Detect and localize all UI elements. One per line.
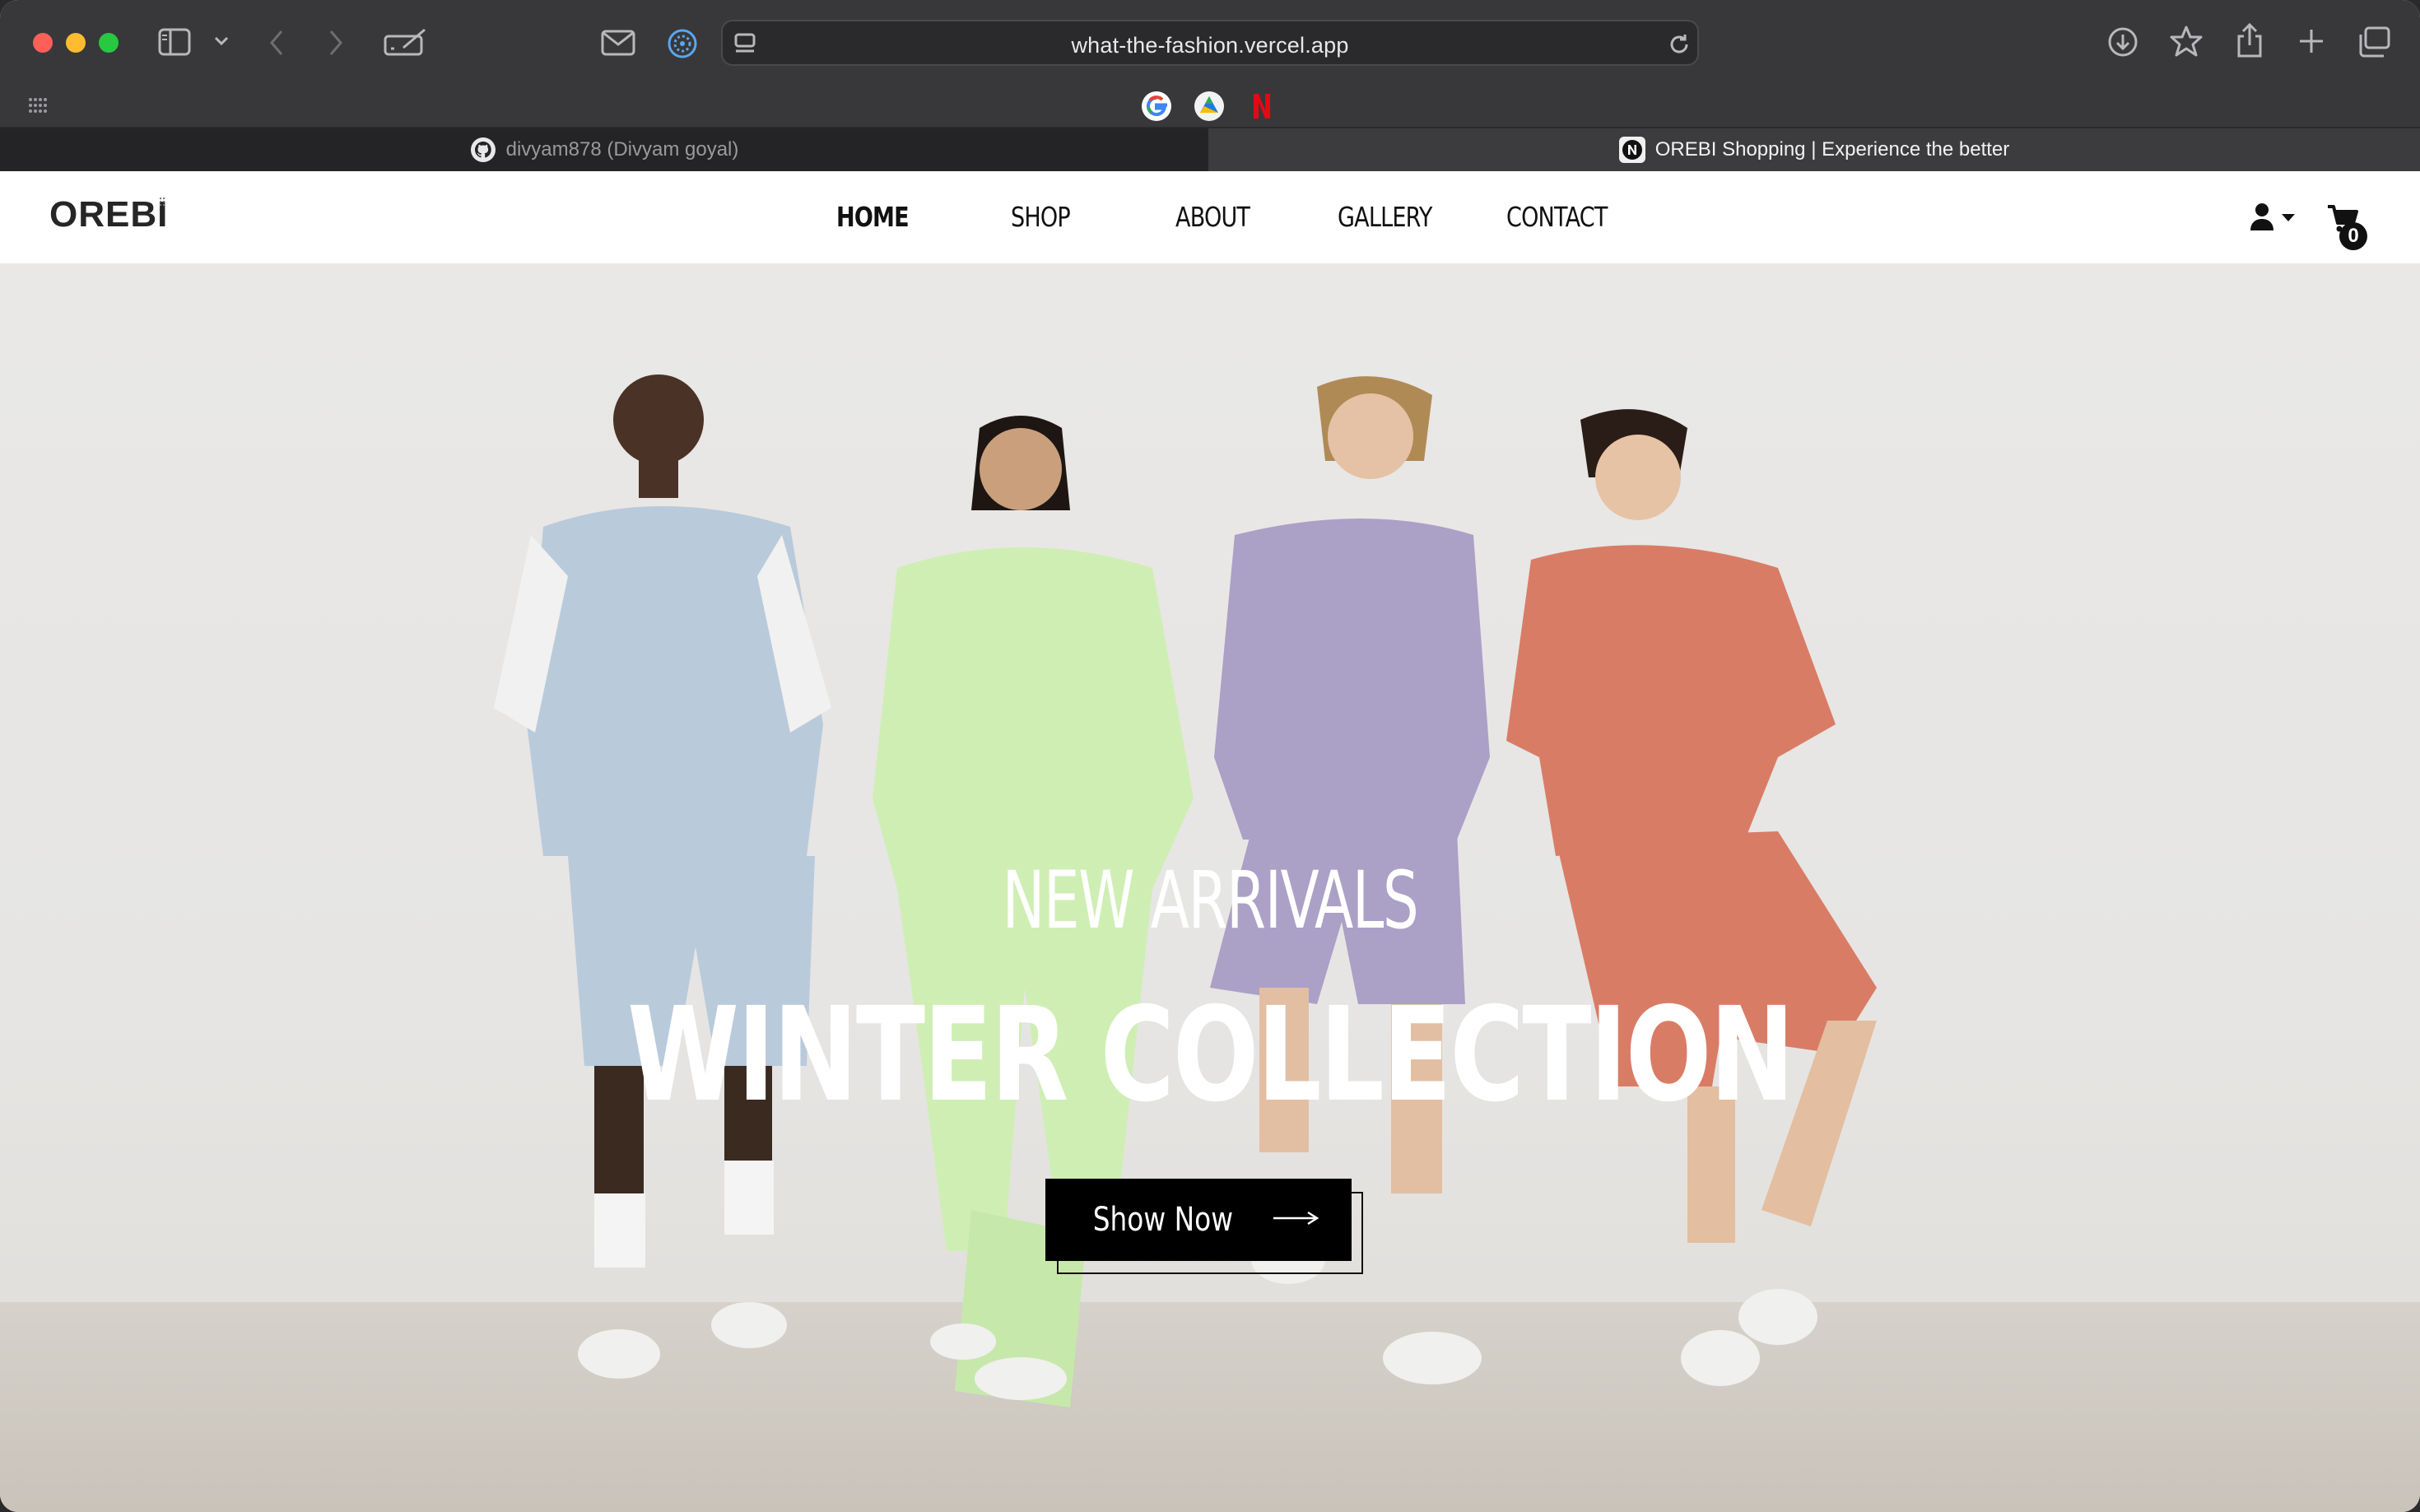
nav-about[interactable]: ABOUT bbox=[1175, 201, 1250, 233]
zoom-window-button[interactable] bbox=[99, 33, 119, 53]
tabs-overview-icon[interactable] bbox=[2357, 26, 2390, 58]
github-icon bbox=[470, 137, 496, 163]
google-favicon[interactable] bbox=[1141, 91, 1172, 122]
forward-icon[interactable] bbox=[328, 30, 344, 56]
address-bar[interactable]: what-the-fashion.vercel.app bbox=[721, 20, 1699, 66]
browser-toolbar: what-the-fashion.vercel.app bbox=[0, 0, 2420, 86]
star-icon[interactable] bbox=[2170, 25, 2203, 58]
sidebar-icon[interactable] bbox=[158, 28, 191, 56]
hero-subtitle: NEW ARRIVALS bbox=[1002, 854, 1419, 947]
hero-title: WINTER COLLECTION bbox=[627, 979, 1794, 1131]
nav-home[interactable]: HOME bbox=[836, 201, 910, 233]
compass-icon[interactable] bbox=[667, 28, 698, 59]
hero-banner: NEW ARRIVALS WINTER COLLECTION Show Now bbox=[0, 263, 2420, 1512]
plus-icon[interactable] bbox=[2298, 28, 2325, 54]
download-icon[interactable] bbox=[2107, 26, 2138, 58]
cart-count-badge: 0 bbox=[2339, 222, 2367, 250]
url-text[interactable]: what-the-fashion.vercel.app bbox=[723, 33, 1697, 58]
minimize-window-button[interactable] bbox=[66, 33, 86, 53]
chevron-down-icon[interactable] bbox=[214, 36, 229, 46]
mail-icon[interactable] bbox=[601, 30, 635, 56]
favorites-bar bbox=[0, 86, 2420, 127]
nav-shop[interactable]: SHOP bbox=[1011, 201, 1071, 233]
netflix-favicon[interactable] bbox=[1246, 91, 1277, 122]
reload-icon[interactable] bbox=[1668, 33, 1691, 56]
n-icon bbox=[1618, 137, 1645, 163]
tab-bar: divyam878 (Divyam goyal) OREBI Shopping … bbox=[0, 127, 2420, 171]
close-window-button[interactable] bbox=[33, 33, 53, 53]
apps-grid-icon[interactable] bbox=[28, 97, 48, 114]
user-menu-icon[interactable] bbox=[2249, 202, 2298, 236]
compose-icon[interactable] bbox=[384, 26, 428, 58]
site-header: OREBI ⠿ HOME SHOP ABOUT GALLERY CONTACT … bbox=[0, 171, 2420, 263]
show-now-button[interactable]: Show Now bbox=[1045, 1179, 1352, 1261]
tab-label: divyam878 (Divyam goyal) bbox=[505, 138, 739, 161]
arrow-right-icon bbox=[1272, 1210, 1319, 1231]
nav-contact[interactable]: CONTACT bbox=[1506, 201, 1608, 233]
tab-label: OREBI Shopping | Experience the better bbox=[1654, 138, 2010, 161]
nav-gallery[interactable]: GALLERY bbox=[1338, 201, 1432, 233]
tab-github[interactable]: divyam878 (Divyam goyal) bbox=[0, 128, 1208, 171]
cta-label: Show Now bbox=[1092, 1201, 1234, 1239]
browser-window: what-the-fashion.vercel.app divyam878 (D… bbox=[0, 0, 2420, 1512]
back-icon[interactable] bbox=[268, 30, 285, 56]
main-nav: HOME SHOP ABOUT GALLERY CONTACT bbox=[0, 201, 2420, 242]
drive-favicon[interactable] bbox=[1194, 91, 1225, 122]
share-icon[interactable] bbox=[2236, 23, 2264, 58]
tab-orebi[interactable]: OREBI Shopping | Experience the better bbox=[1208, 128, 2420, 171]
